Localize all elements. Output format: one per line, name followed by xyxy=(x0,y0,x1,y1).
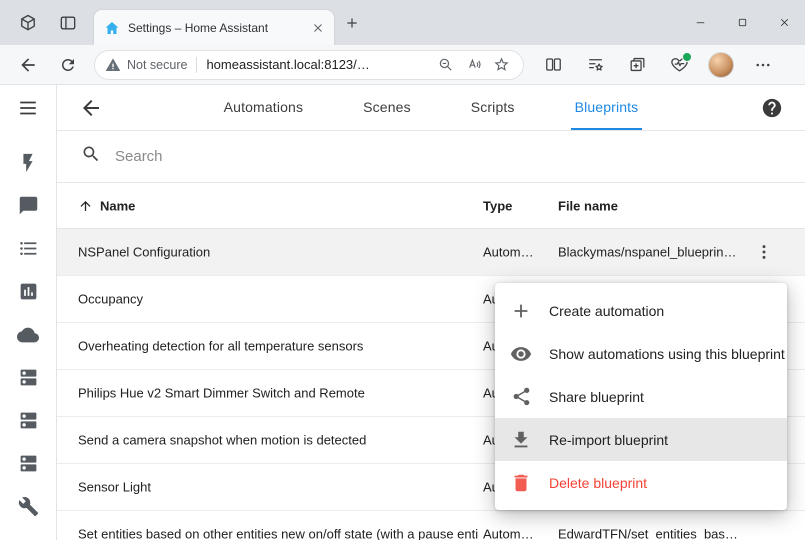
window-controls xyxy=(679,0,805,45)
sidebar-energy-item[interactable] xyxy=(0,141,56,184)
ha-tab-bar: Automations Scenes Scripts Blueprints xyxy=(57,85,805,130)
column-header-file[interactable]: File name xyxy=(558,198,618,213)
navbar-right-icons xyxy=(538,50,778,80)
sidebar-list-item[interactable] xyxy=(0,227,56,270)
search-icon xyxy=(81,144,101,169)
refresh-icon[interactable] xyxy=(52,49,84,81)
zoom-out-icon[interactable] xyxy=(433,53,457,77)
sidebar-server-item-3[interactable] xyxy=(0,442,56,485)
sidebar-developer-tools-item[interactable] xyxy=(0,485,56,528)
minimize-button[interactable] xyxy=(679,0,721,45)
browser-essentials-icon[interactable] xyxy=(664,50,694,80)
favorite-star-icon[interactable] xyxy=(489,53,513,77)
row-name: Overheating detection for all temperatur… xyxy=(78,339,478,354)
maximize-button[interactable] xyxy=(721,0,763,45)
row-name: Occupancy xyxy=(78,292,478,307)
sidebar-server-item-2[interactable] xyxy=(0,399,56,442)
not-secure-warning-icon[interactable] xyxy=(105,57,121,73)
menu-item-label: Share blueprint xyxy=(549,389,644,405)
row-name: Set entities based on other entities new… xyxy=(78,527,478,540)
read-aloud-icon[interactable] xyxy=(461,53,485,77)
tab-scripts[interactable]: Scripts xyxy=(467,85,519,130)
tab-blueprints[interactable]: Blueprints xyxy=(571,85,643,130)
table-row[interactable]: Set entities based on other entities new… xyxy=(57,511,805,540)
download-icon xyxy=(510,429,532,451)
menu-item-share-blueprint[interactable]: Share blueprint xyxy=(495,375,787,418)
sidebar xyxy=(0,85,57,540)
table-row[interactable]: NSPanel Configuration Autom… Blackymas/n… xyxy=(57,229,805,276)
trash-icon xyxy=(510,472,532,494)
browser-navbar: Not secure homeassistant.local:8123/… xyxy=(0,45,805,85)
blueprint-context-menu: Create automation Show automations using… xyxy=(495,283,787,510)
lightning-icon xyxy=(17,152,39,174)
url-text[interactable]: homeassistant.local:8123/… xyxy=(206,57,429,72)
row-overflow-menu-icon[interactable] xyxy=(751,239,777,265)
chat-icon xyxy=(18,195,39,216)
screen: Settings – Home Assistant xyxy=(0,0,805,540)
sidebar-history-item[interactable] xyxy=(0,270,56,313)
close-button[interactable] xyxy=(763,0,805,45)
tab-title: Settings – Home Assistant xyxy=(128,21,302,35)
menu-item-create-automation[interactable]: Create automation xyxy=(495,289,787,332)
search-row xyxy=(57,131,805,183)
column-header-type[interactable]: Type xyxy=(483,198,512,213)
row-name: Philips Hue v2 Smart Dimmer Switch and R… xyxy=(78,386,478,401)
collections-icon[interactable] xyxy=(622,50,652,80)
browser-titlebar: Settings – Home Assistant xyxy=(0,0,805,45)
favorites-icon[interactable] xyxy=(580,50,610,80)
server-icon xyxy=(18,367,39,388)
server-icon xyxy=(18,410,39,431)
browser-back-icon[interactable] xyxy=(12,49,44,81)
row-name: Sensor Light xyxy=(78,480,478,495)
row-name: NSPanel Configuration xyxy=(78,245,478,260)
share-icon xyxy=(510,386,532,408)
row-file: EdwardTFN/set_entities_bas… xyxy=(558,527,746,540)
row-name: Send a camera snapshot when motion is de… xyxy=(78,433,478,448)
menu-item-delete-blueprint[interactable]: Delete blueprint xyxy=(495,461,787,504)
help-icon[interactable] xyxy=(761,97,783,119)
address-bar[interactable]: Not secure homeassistant.local:8123/… xyxy=(94,50,524,80)
new-tab-icon[interactable] xyxy=(344,15,360,31)
menu-item-reimport-blueprint[interactable]: Re-import blueprint xyxy=(495,418,787,461)
tab-automations[interactable]: Automations xyxy=(220,85,307,130)
browser-menu-icon[interactable] xyxy=(748,50,778,80)
plus-icon xyxy=(510,300,532,322)
menu-item-label: Re-import blueprint xyxy=(549,432,668,448)
workspaces-icon[interactable] xyxy=(18,13,38,33)
profile-avatar[interactable] xyxy=(706,50,736,80)
server-icon xyxy=(18,453,39,474)
row-type: Autom… xyxy=(483,245,553,260)
row-file: Blackymas/nspanel_blueprin… xyxy=(558,245,746,260)
menu-item-label: Delete blueprint xyxy=(549,475,647,491)
column-header-name[interactable]: Name xyxy=(78,198,135,213)
essentials-status-dot xyxy=(682,52,692,62)
ha-header: Automations Scenes Scripts Blueprints xyxy=(57,85,805,131)
menu-item-show-automations[interactable]: Show automations using this blueprint xyxy=(495,332,787,375)
tab-scenes[interactable]: Scenes xyxy=(359,85,415,130)
menu-item-label: Create automation xyxy=(549,303,664,319)
cloud-icon xyxy=(17,324,39,346)
home-assistant-favicon xyxy=(104,20,120,36)
wrench-icon xyxy=(18,496,39,517)
tab-actions-icon[interactable] xyxy=(58,13,78,33)
security-label[interactable]: Not secure xyxy=(127,58,187,72)
sort-ascending-icon xyxy=(78,198,93,213)
chart-icon xyxy=(18,281,39,302)
address-divider xyxy=(196,57,197,73)
sidebar-cloud-item[interactable] xyxy=(0,313,56,356)
eye-icon xyxy=(510,343,532,365)
row-type: Autom… xyxy=(483,527,553,540)
table-header: Name Type File name xyxy=(57,183,805,229)
search-input[interactable] xyxy=(113,147,717,166)
sidebar-items xyxy=(0,141,56,528)
menu-item-label: Show automations using this blueprint xyxy=(549,346,785,362)
sidebar-chat-item[interactable] xyxy=(0,184,56,227)
list-icon xyxy=(18,238,39,259)
split-screen-icon[interactable] xyxy=(538,50,568,80)
browser-tab[interactable]: Settings – Home Assistant xyxy=(94,10,334,45)
sidebar-server-item-1[interactable] xyxy=(0,356,56,399)
sidebar-menu-button[interactable] xyxy=(0,85,56,131)
tab-close-icon[interactable] xyxy=(310,20,326,36)
